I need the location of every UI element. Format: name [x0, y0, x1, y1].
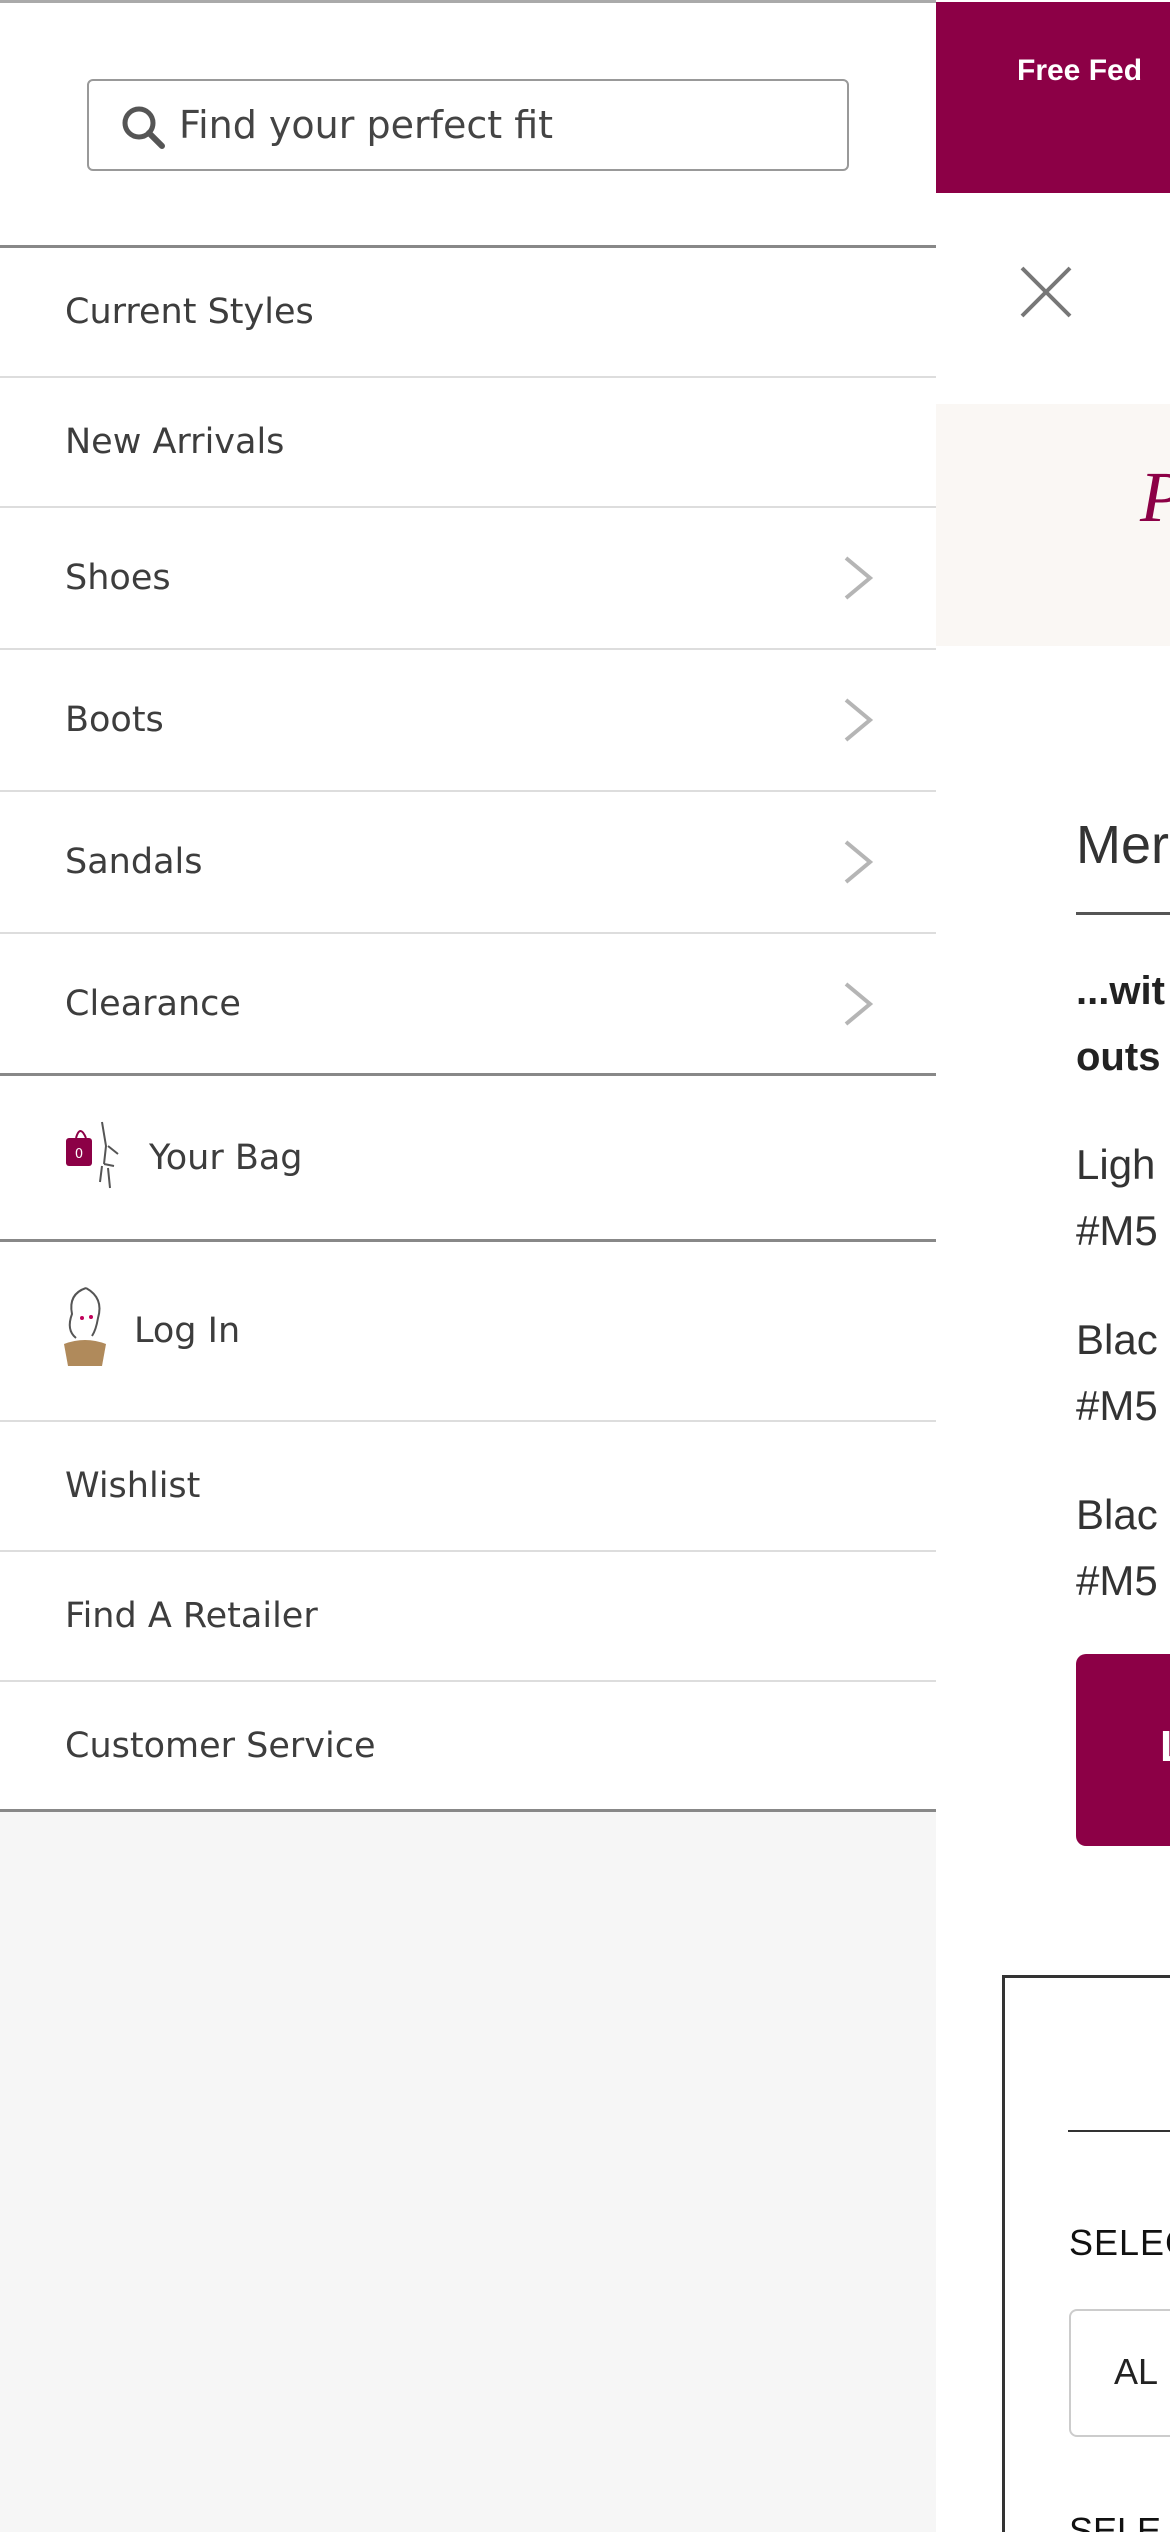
description-line: ...wit: [1076, 969, 1165, 1013]
nav-item-shoes[interactable]: Shoes: [0, 508, 936, 650]
variant-sku: #M5: [1076, 1207, 1158, 1254]
nav-item-label: Sandals: [65, 842, 203, 882]
nav-menu: Current Styles New Arrivals Shoes Boots …: [0, 248, 936, 1812]
nav-item-label: Boots: [65, 700, 164, 740]
nav-item-new-arrivals[interactable]: New Arrivals: [0, 378, 936, 508]
background-product-page: Free Fed P Mer ...wit outs Ligh #M5 Blac…: [936, 0, 1170, 2532]
description-line: outs: [1076, 1035, 1161, 1079]
select-value: AL: [1114, 2351, 1159, 2392]
product-heading: Mer: [1076, 815, 1169, 875]
shopping-bag-icon: 0: [66, 1121, 119, 1189]
search-input[interactable]: Find your perfect fit: [87, 79, 849, 171]
nav-item-sandals[interactable]: Sandals: [0, 792, 936, 934]
variant-item[interactable]: Blac #M5: [1076, 1482, 1158, 1614]
promo-banner[interactable]: Free Fed: [936, 2, 1170, 193]
chevron-right-icon: [844, 840, 874, 884]
bag-count: 0: [75, 1147, 83, 1162]
nav-item-label: Clearance: [65, 983, 241, 1024]
nav-item-clearance[interactable]: Clearance: [0, 934, 936, 1076]
search-section: Find your perfect fit: [0, 3, 936, 248]
nav-item-wishlist[interactable]: Wishlist: [0, 1422, 936, 1552]
chevron-right-icon: [844, 556, 874, 600]
page-banner: P: [936, 404, 1170, 646]
heading-divider: [1076, 912, 1170, 915]
chevron-right-icon: [844, 698, 874, 742]
variant-name: Blac: [1076, 1316, 1158, 1363]
nav-item-current-styles[interactable]: Current Styles: [0, 248, 936, 378]
nav-item-log-in[interactable]: Log In: [0, 1242, 936, 1422]
search-placeholder: Find your perfect fit: [179, 103, 554, 147]
chevron-right-icon: [844, 981, 874, 1026]
nav-item-label: Shoes: [65, 558, 171, 598]
select-label-secondary: SELE: [1069, 2510, 1162, 2532]
navigation-drawer: Find your perfect fit Current Styles New…: [0, 0, 936, 2532]
select-label: SELEC: [1069, 2222, 1170, 2263]
variant-name: Ligh: [1076, 1141, 1156, 1188]
search-icon: [122, 106, 165, 149]
nav-item-label: Find A Retailer: [65, 1596, 318, 1636]
variant-item[interactable]: Ligh #M5: [1076, 1132, 1158, 1264]
variant-name: Blac: [1076, 1491, 1158, 1538]
product-action-label: L: [1160, 1722, 1170, 1772]
select-dropdown[interactable]: AL: [1069, 2309, 1170, 2437]
banner-title: P: [1140, 456, 1170, 539]
nav-item-label: Current Styles: [65, 292, 314, 332]
close-icon[interactable]: [1016, 262, 1076, 322]
log-in-label: Log In: [134, 1311, 241, 1351]
nav-item-label: Customer Service: [65, 1725, 376, 1766]
nav-item-label: New Arrivals: [65, 422, 285, 462]
variant-sku: #M5: [1076, 1557, 1158, 1604]
select-panel-divider: [1068, 2130, 1170, 2132]
nav-item-label: Wishlist: [65, 1466, 201, 1506]
product-description: ...wit outs: [1076, 958, 1165, 1090]
nav-item-find-a-retailer[interactable]: Find A Retailer: [0, 1552, 936, 1682]
user-avatar-icon: [64, 1287, 106, 1366]
variant-sku: #M5: [1076, 1382, 1158, 1429]
product-action-button[interactable]: L: [1076, 1654, 1170, 1846]
nav-item-your-bag[interactable]: 0 Your Bag: [0, 1076, 936, 1242]
nav-item-boots[interactable]: Boots: [0, 650, 936, 792]
variant-item[interactable]: Blac #M5: [1076, 1307, 1158, 1439]
nav-item-customer-service[interactable]: Customer Service: [0, 1682, 936, 1812]
your-bag-label: Your Bag: [149, 1137, 303, 1178]
promo-text: Free Fed: [1017, 54, 1143, 87]
